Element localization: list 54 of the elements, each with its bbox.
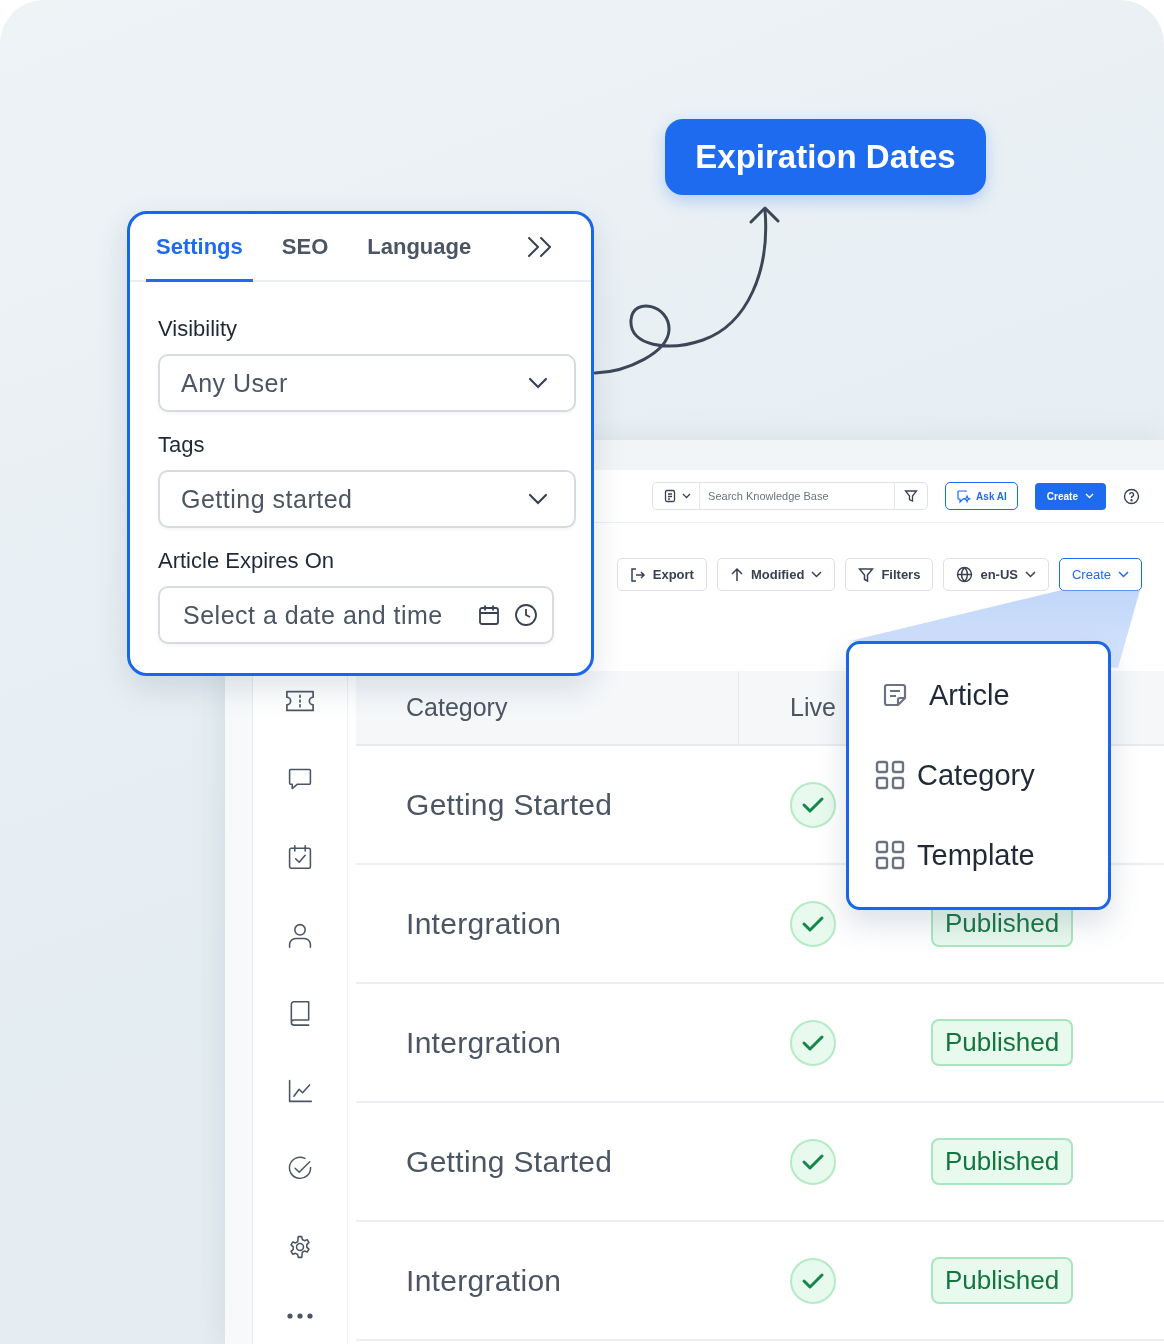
category-name: Getting Started (406, 787, 613, 822)
create-button[interactable]: Create (1058, 558, 1142, 591)
document-icon (663, 489, 678, 503)
filter-button[interactable]: Filters (845, 558, 934, 591)
caret-icon (682, 493, 692, 499)
status-badge: Published (931, 1257, 1074, 1304)
caret-icon (1085, 493, 1094, 499)
more-icon[interactable] (285, 1312, 315, 1320)
export-icon (629, 566, 646, 583)
search-bar[interactable]: Search Knowledge Base (652, 482, 929, 510)
filter-icon (904, 489, 919, 503)
search-field[interactable]: Search Knowledge Base (700, 483, 895, 509)
globe-icon (956, 566, 974, 583)
clock-icon[interactable] (514, 603, 538, 627)
sparkle-chat-icon (956, 488, 972, 504)
export-button[interactable]: Export (616, 558, 707, 591)
sort-button[interactable]: Modified (716, 558, 836, 591)
up-arrow-icon (729, 566, 744, 583)
language-button[interactable]: en-US (943, 558, 1049, 591)
caret-icon (528, 377, 548, 389)
select-field[interactable]: Any User (158, 354, 576, 412)
category-name: Getting Started (406, 1144, 613, 1179)
more-tabs-icon[interactable] (526, 236, 554, 258)
category-name: Intergration (406, 1263, 562, 1298)
grid-icon (875, 840, 905, 870)
filter-icon (858, 566, 875, 583)
category-name: Intergration (406, 1025, 562, 1060)
tab[interactable]: Settings (146, 214, 253, 282)
select-field[interactable]: Getting started (158, 470, 576, 528)
date-time-picker[interactable]: Select a date and time (158, 586, 554, 644)
category-name: Intergration (406, 906, 562, 941)
status-badge: Published (931, 1019, 1074, 1066)
create-button[interactable]: Create (1034, 482, 1106, 510)
column-header: Category (356, 671, 739, 746)
field-label: Tags (158, 432, 206, 458)
date-time-field[interactable]: Select a date and time (181, 599, 464, 631)
note-icon (881, 681, 909, 709)
status-badge: Published (931, 1138, 1074, 1185)
grid-icon (875, 760, 905, 790)
caret-icon (1024, 571, 1036, 578)
menu-item[interactable]: Template (875, 826, 1108, 884)
caret-icon (1118, 571, 1129, 578)
tab[interactable]: SEO (271, 214, 339, 282)
callout-label: Expiration Dates (665, 119, 986, 195)
field-label: Visibility (158, 316, 239, 342)
menu-item[interactable]: Category (875, 746, 1108, 804)
caret-icon (811, 571, 823, 578)
field-label: Article Expires On (158, 548, 336, 574)
calendar-icon[interactable] (478, 604, 500, 626)
ticket-icon[interactable] (285, 688, 315, 714)
caret-icon (528, 493, 548, 505)
help-icon[interactable] (1123, 487, 1140, 505)
ask-ai-button[interactable]: Ask AI (945, 482, 1018, 510)
tab[interactable]: Language (357, 214, 482, 282)
